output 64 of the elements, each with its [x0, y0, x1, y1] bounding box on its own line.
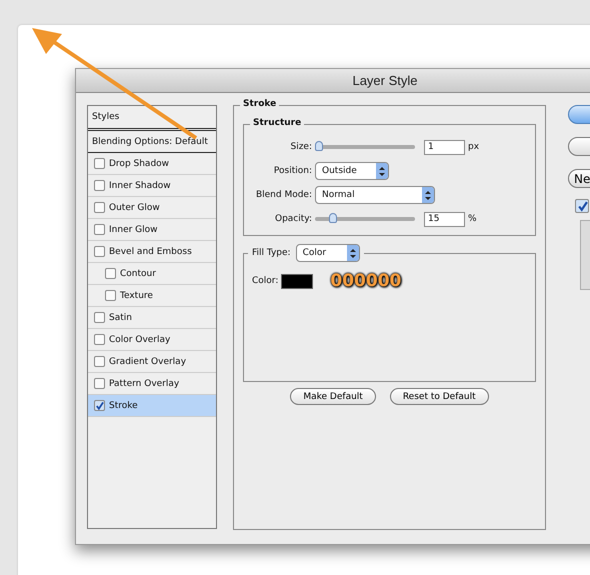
style-item[interactable]: Contour: [88, 263, 216, 285]
style-label: Gradient Overlay: [109, 356, 186, 366]
checkbox[interactable]: [94, 246, 105, 257]
position-label: Position:: [272, 166, 313, 176]
opacity-label: Opacity:: [274, 214, 313, 224]
blending-options-item[interactable]: Blending Options: Default: [88, 131, 216, 153]
unit-label: %: [468, 214, 477, 224]
checkbox[interactable]: [94, 334, 105, 345]
dialog-button[interactable]: Make Default: [290, 388, 376, 405]
style-item[interactable]: Inner Glow: [88, 219, 216, 241]
checkbox[interactable]: [94, 378, 105, 389]
blend-mode-label: Blend Mode:: [254, 190, 313, 200]
style-item[interactable]: Bevel and Emboss: [88, 241, 216, 263]
size-field[interactable]: 1: [424, 140, 465, 154]
dialog-button[interactable]: Reset to Default: [390, 388, 489, 405]
checkbox[interactable]: [94, 356, 105, 367]
style-item[interactable]: Color Overlay: [88, 329, 216, 351]
blend-mode-dropdown[interactable]: Normal: [315, 186, 435, 204]
style-label: Bevel and Emboss: [109, 246, 192, 256]
style-label: Satin: [109, 312, 132, 322]
style-item[interactable]: Stroke: [88, 395, 216, 417]
size-label: Size:: [289, 142, 313, 152]
checkbox[interactable]: [575, 199, 589, 213]
style-item[interactable]: Satin: [88, 307, 216, 329]
checkbox[interactable]: [105, 290, 116, 301]
group-title: Stroke: [240, 99, 280, 109]
checkbox[interactable]: [94, 202, 105, 213]
stepper-icon: [346, 245, 359, 261]
style-label: Inner Shadow: [109, 180, 171, 190]
style-label: Drop Shadow: [109, 158, 170, 168]
style-label: Contour: [120, 268, 156, 278]
checkbox[interactable]: [94, 158, 105, 169]
slider-thumb[interactable]: [315, 141, 323, 151]
fill-type-dropdown[interactable]: Color: [296, 244, 360, 262]
stepper-icon: [376, 163, 388, 179]
fill-type-label: Fill Type:: [252, 248, 291, 258]
window-title: Layer Style: [352, 73, 418, 88]
hex-annotation: 000000: [330, 271, 402, 291]
style-label: Pattern Overlay: [109, 378, 180, 388]
color-swatch[interactable]: [281, 274, 314, 288]
style-label: Inner Glow: [109, 224, 158, 234]
styles-header: Styles: [88, 106, 216, 131]
style-item[interactable]: Drop Shadow: [88, 153, 216, 175]
style-label: Outer Glow: [109, 202, 160, 212]
position-dropdown[interactable]: Outside: [315, 162, 389, 180]
checkbox[interactable]: [94, 400, 105, 411]
checkbox[interactable]: [94, 312, 105, 323]
checkbox[interactable]: [94, 224, 105, 235]
stepper-icon: [422, 187, 434, 203]
checkbox[interactable]: [105, 268, 116, 279]
style-label: Stroke: [109, 400, 138, 410]
opacity-field[interactable]: 15: [424, 212, 465, 226]
style-item[interactable]: Texture: [88, 285, 216, 307]
unit-label: px: [468, 142, 480, 152]
side-button[interactable]: Ne: [568, 169, 590, 188]
style-label: Texture: [120, 290, 153, 300]
style-item[interactable]: Gradient Overlay: [88, 351, 216, 373]
color-label: Color:: [252, 276, 278, 286]
slider-thumb[interactable]: [328, 213, 337, 223]
style-item[interactable]: Outer Glow: [88, 197, 216, 219]
style-label: Color Overlay: [109, 334, 170, 344]
checkbox[interactable]: [94, 180, 105, 191]
style-item[interactable]: Inner Shadow: [88, 175, 216, 197]
group-title: Structure: [250, 118, 304, 128]
